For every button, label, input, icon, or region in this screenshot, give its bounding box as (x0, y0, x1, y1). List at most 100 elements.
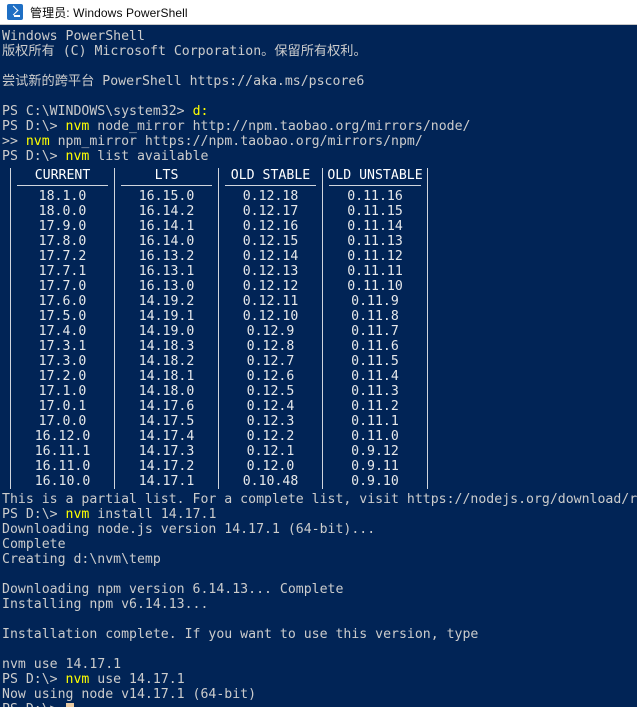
table-cell: 16.15.0 (115, 189, 219, 204)
table-cell: 17.3.1 (11, 339, 115, 354)
chevron-right-icon (8, 5, 19, 16)
table-cell: 14.17.3 (115, 444, 219, 459)
table-cell: 0.11.6 (351, 339, 399, 354)
command-token: nvm (65, 672, 90, 687)
table-cell: 17.4.0 (11, 324, 115, 339)
table-cell: 16.13.1 (115, 264, 219, 279)
partial-list-note: This is a partial list. For a complete l… (2, 492, 637, 507)
table-cell: 16.13.2 (115, 249, 219, 264)
table-cell: 0.12.11 (219, 294, 323, 309)
table-cell: 0.11.2 (351, 399, 399, 414)
table-cell: 0.12.0 (219, 459, 323, 474)
table-row: 17.8.0 16.14.0 0.12.15 0.11.13 (11, 234, 427, 249)
table-row: 16.10.0 14.17.1 0.10.48 0.9.10 (11, 474, 427, 489)
table-cell: 0.12.3 (219, 414, 323, 429)
table-cell: 0.12.2 (219, 429, 323, 444)
table-row: 17.5.0 14.19.1 0.12.10 0.11.8 (11, 309, 427, 324)
table-cell: 0.11.4 (351, 369, 399, 384)
table-row: 17.6.0 14.19.2 0.12.11 0.11.9 (11, 294, 427, 309)
table-cell: 0.9.12 (351, 444, 399, 459)
prompt-text: PS C:\WINDOWS\system32> (2, 104, 193, 119)
table-cell: 0.11.13 (347, 234, 403, 249)
table-cell: 0.11.12 (347, 249, 403, 264)
command-token: d: (192, 104, 209, 119)
command-arguments: use 14.17.1 (89, 672, 185, 687)
table-cell: 0.9.11 (351, 459, 399, 474)
banner-line: 版权所有 (C) Microsoft Corporation。保留所有权利。 (2, 44, 367, 59)
table-cell: 17.3.0 (11, 354, 115, 369)
install-output-block: Downloading node.js version 14.17.1 (64-… (2, 522, 637, 672)
table-cell: 14.18.3 (115, 339, 219, 354)
table-cell: 17.9.0 (11, 219, 115, 234)
table-cell: 0.11.11 (347, 264, 403, 279)
command-line: PS D:\> nvm node_mirror http://npm.taoba… (2, 119, 637, 134)
prompt-text: PS D:\> (2, 507, 66, 522)
table-cell: 0.12.16 (219, 219, 323, 234)
table-cell: 17.5.0 (11, 309, 115, 324)
table-cell: 0.12.9 (219, 324, 323, 339)
active-prompt-line[interactable]: PS D:\> (2, 702, 637, 707)
table-cell: 0.11.9 (351, 294, 399, 309)
table-header-underline (219, 183, 323, 189)
table-row: 17.3.1 14.18.3 0.12.8 0.11.6 (11, 339, 427, 354)
table-row: 17.1.0 14.18.0 0.12.5 0.11.3 (11, 384, 427, 399)
table-cell: 16.14.0 (115, 234, 219, 249)
table-cell: 0.12.7 (219, 354, 323, 369)
prompt-text: PS D:\> (2, 672, 66, 687)
banner-line (2, 89, 637, 104)
table-cell: 14.19.0 (115, 324, 219, 339)
banner-line (2, 59, 637, 74)
command-line: PS C:\WINDOWS\system32> d: (2, 104, 637, 119)
table-cell: 17.6.0 (11, 294, 115, 309)
command-line: PS D:\> nvm list available (2, 149, 637, 164)
command-token: nvm (65, 119, 90, 134)
table-row: 17.9.0 16.14.1 0.12.16 0.11.14 (11, 219, 427, 234)
table-cell: 0.11.5 (351, 354, 399, 369)
table-row: 17.7.0 16.13.0 0.12.12 0.11.10 (11, 279, 427, 294)
table-row: 18.0.0 16.14.2 0.12.17 0.11.15 (11, 204, 427, 219)
command-block-top: PS C:\WINDOWS\system32> d: PS D:\> nvm no… (2, 104, 637, 164)
table-cell: 14.18.0 (115, 384, 219, 399)
table-cell: 0.11.8 (351, 309, 399, 324)
table-header-underline (115, 183, 219, 189)
use-command-block: PS D:\> nvm use 14.17.1 (2, 672, 637, 687)
console-output-area[interactable]: Windows PowerShell 版权所有 (C) Microsoft Cor… (0, 25, 637, 707)
table-row: 16.11.1 14.17.3 0.12.1 0.9.12 (11, 444, 427, 459)
command-line: PS D:\> nvm use 14.17.1 (2, 672, 637, 687)
table-header-underline (11, 183, 115, 189)
output-line: Creating d:\nvm\temp (2, 552, 161, 567)
prompt-text: >> (2, 134, 26, 149)
table-cell: 0.11.16 (347, 189, 403, 204)
table-cell: 0.11.1 (351, 414, 399, 429)
prompt-text: PS D:\> (2, 119, 66, 134)
table-cell: 0.12.10 (219, 309, 323, 324)
prompt-text: PS D:\> (2, 149, 66, 164)
table-row: 16.11.0 14.17.2 0.12.0 0.9.11 (11, 459, 427, 474)
table-cell: 0.12.14 (219, 249, 323, 264)
table-cell: 14.19.1 (115, 309, 219, 324)
table-row: 17.7.1 16.13.1 0.12.13 0.11.11 (11, 264, 427, 279)
table-cell: 0.12.18 (219, 189, 323, 204)
table-row: 17.7.2 16.13.2 0.12.14 0.11.12 (11, 249, 427, 264)
table-cell: 0.12.12 (219, 279, 323, 294)
output-line: Now using node v14.17.1 (64-bit) (2, 687, 257, 702)
table-cell: 14.17.6 (115, 399, 219, 414)
table-cell: 16.11.1 (11, 444, 115, 459)
table-cell: 14.17.5 (115, 414, 219, 429)
table-cell: 14.17.2 (115, 459, 219, 474)
table-cell: 17.0.1 (11, 399, 115, 414)
table-row: 17.2.0 14.18.1 0.12.6 0.11.4 (11, 369, 427, 384)
table-cell: 0.9.10 (351, 474, 399, 489)
table-cell: 14.18.1 (115, 369, 219, 384)
table-cell: 14.17.4 (115, 429, 219, 444)
table-column-header: OLD UNSTABLE (327, 168, 423, 183)
table-cell: 18.1.0 (11, 189, 115, 204)
table-cell: 16.13.0 (115, 279, 219, 294)
table-cell: 17.1.0 (11, 384, 115, 399)
output-line: Downloading npm version 6.14.13... Compl… (2, 582, 344, 597)
window-title: 管理员: Windows PowerShell (30, 5, 188, 20)
table-cell: 17.8.0 (11, 234, 115, 249)
table-cell: 16.10.0 (11, 474, 115, 489)
